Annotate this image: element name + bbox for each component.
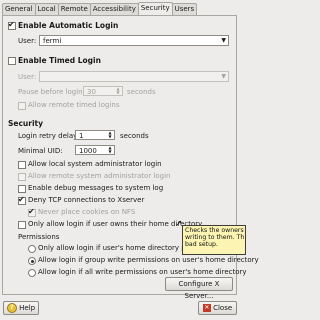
pause-unit: seconds [127, 88, 156, 96]
retry-delay-label: Login retry delay: [18, 132, 80, 140]
help-label: Help [19, 304, 36, 312]
dropdown-arrow-icon: ▼ [221, 73, 226, 80]
timed-login-user-label: User: [18, 73, 37, 81]
tab-local[interactable]: Local [34, 3, 59, 15]
help-button[interactable]: ? Help [3, 301, 39, 315]
perm-radio-group-write-label: Allow login if group write permissions o… [38, 256, 259, 264]
perm-radio-group-write[interactable] [28, 257, 36, 265]
tab-remote[interactable]: Remote [57, 3, 91, 15]
tab-users[interactable]: Users [171, 3, 198, 15]
tooltip-line: Checks the owners [185, 227, 244, 234]
never-cookies-nfs-checkbox[interactable] [28, 207, 36, 217]
auto-login-user-value: fermi [43, 37, 62, 45]
only-owner-home-checkbox[interactable] [18, 221, 26, 229]
help-icon: ? [6, 303, 17, 313]
allow-remote-admin-label: Allow remote system administrator login [28, 172, 171, 180]
allow-remote-admin-checkbox[interactable] [18, 173, 26, 181]
allow-remote-timed-checkbox[interactable] [18, 102, 26, 110]
allow-remote-timed-label: Allow remote timed logins [28, 101, 120, 109]
permissions-heading: Permissions [18, 233, 60, 241]
close-icon: ✕ [202, 304, 211, 312]
auto-login-label: Enable Automatic Login [18, 21, 119, 30]
auto-login-user-combo[interactable]: fermi ▼ [39, 35, 229, 46]
close-button[interactable]: ✕ Close [198, 301, 237, 315]
pause-value: 30 [87, 88, 96, 96]
perm-radio-only-home[interactable] [28, 245, 36, 253]
auto-login-checkbox[interactable] [8, 20, 16, 30]
dropdown-arrow-icon: ▼ [221, 37, 226, 44]
close-label: Close [213, 304, 233, 312]
tooltip: Checks the owners writing to them. Th ba… [182, 225, 246, 255]
minimal-uid-value: 1000 [79, 147, 97, 155]
configure-x-server-button[interactable]: Configure X Server... [165, 277, 233, 300]
spin-arrows-icon: ▲ ▼ [108, 130, 112, 139]
auto-login-user-label: User: [18, 37, 37, 45]
perm-radio-all-write-label: Allow login if all write permissions on … [38, 268, 247, 276]
tooltip-line: writing to them. Th [185, 234, 245, 241]
pause-spinbutton[interactable]: 30 ▲ ▼ [83, 86, 123, 96]
mouse-pointer-icon: ➚ [175, 219, 183, 229]
perm-radio-all-write[interactable] [28, 269, 36, 277]
debug-messages-checkbox[interactable] [18, 185, 26, 193]
retry-delay-spinbutton[interactable]: 1 ▲ ▼ [75, 130, 115, 140]
debug-messages-label: Enable debug messages to system log [28, 184, 164, 192]
tab-bar: General Local Remote Accessibility Secur… [2, 2, 198, 15]
retry-delay-value: 1 [79, 132, 84, 140]
deny-tcp-label: Deny TCP connections to Xserver [28, 196, 145, 204]
tooltip-line: bad setup. [185, 241, 218, 248]
timed-login-checkbox[interactable] [8, 57, 16, 65]
pause-label: Pause before login: [18, 88, 85, 96]
deny-tcp-checkbox[interactable] [18, 195, 26, 205]
spin-arrows-icon: ▲ ▼ [116, 86, 120, 95]
timed-login-label: Enable Timed Login [18, 56, 101, 65]
tab-security[interactable]: Security [137, 2, 173, 15]
security-heading: Security [8, 119, 44, 128]
timed-login-user-combo[interactable]: ▼ [39, 71, 229, 82]
tab-general[interactable]: General [2, 3, 36, 15]
retry-delay-unit: seconds [120, 132, 149, 140]
minimal-uid-label: Minimal UID: [18, 147, 63, 155]
spin-arrows-icon: ▲ ▼ [108, 145, 112, 154]
allow-local-admin-checkbox[interactable] [18, 161, 26, 169]
allow-local-admin-label: Allow local system administrator login [28, 160, 162, 168]
never-cookies-nfs-label: Never place cookies on NFS [38, 208, 136, 216]
tab-accessibility[interactable]: Accessibility [89, 3, 139, 15]
minimal-uid-spinbutton[interactable]: 1000 ▲ ▼ [75, 145, 115, 155]
